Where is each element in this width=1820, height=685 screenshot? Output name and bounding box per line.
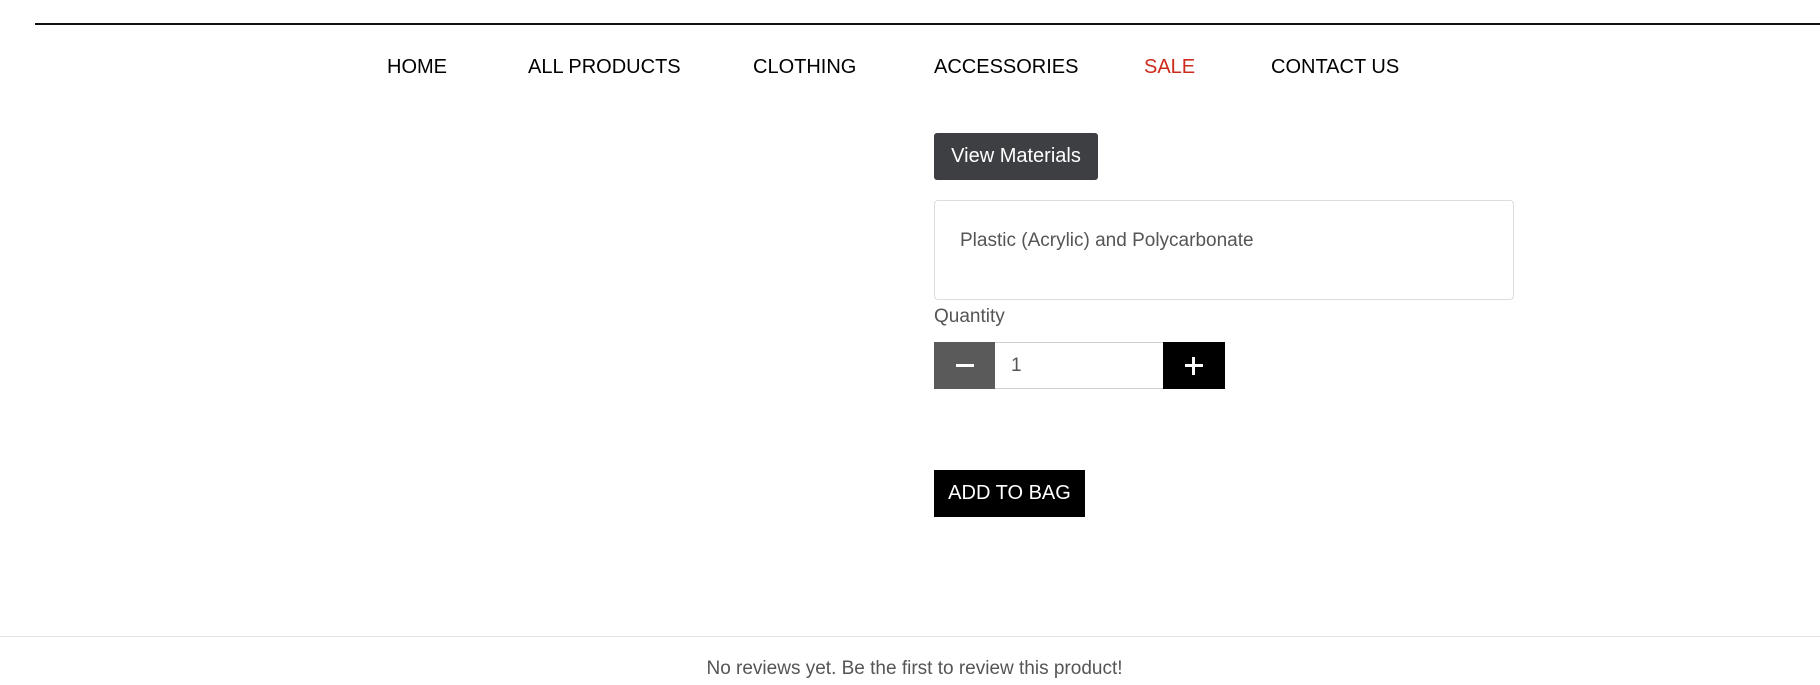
reviews-divider [0, 636, 1820, 637]
nav-item-home[interactable]: HOME [387, 52, 447, 82]
materials-panel: Plastic (Acrylic) and Polycarbonate [934, 200, 1514, 300]
nav-item-sale[interactable]: SALE [1144, 52, 1195, 82]
quantity-stepper [934, 342, 1225, 389]
nav-item-contact-us[interactable]: CONTACT US [1271, 52, 1399, 82]
nav-item-all-products[interactable]: ALL PRODUCTS [528, 52, 681, 82]
header-divider [35, 23, 1820, 25]
increment-button[interactable] [1163, 342, 1225, 389]
add-to-bag-button[interactable]: ADD TO BAG [934, 470, 1085, 517]
main-nav: HOME ALL PRODUCTS CLOTHING ACCESSORIES S… [0, 52, 1820, 82]
quantity-label: Quantity [934, 306, 1005, 327]
quantity-input[interactable] [995, 342, 1163, 389]
nav-item-clothing[interactable]: CLOTHING [753, 52, 856, 82]
view-materials-button[interactable]: View Materials [934, 133, 1098, 180]
no-reviews-message: No reviews yet. Be the first to review t… [706, 658, 1123, 679]
nav-item-accessories[interactable]: ACCESSORIES [934, 52, 1078, 82]
decrement-button[interactable] [934, 342, 995, 389]
materials-text: Plastic (Acrylic) and Polycarbonate [960, 230, 1254, 251]
